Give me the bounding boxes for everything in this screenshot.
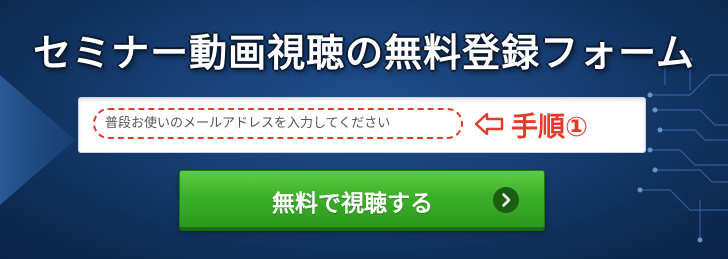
chevron-right-circle-icon — [493, 187, 519, 213]
play-triangle-shape — [0, 75, 75, 205]
banner-title: セミナー動画視聴の無料登録フォーム — [33, 31, 695, 75]
circuit-pattern — [640, 60, 728, 240]
step-label: 手順① — [511, 112, 588, 143]
watch-free-button[interactable]: 無料で視聴する — [179, 170, 545, 228]
outline-left-arrow-icon — [474, 112, 504, 136]
signup-banner: セミナー動画視聴の無料登録フォーム 手順① 無料で視聴する — [0, 0, 728, 259]
email-input-container: 手順① — [78, 97, 646, 153]
email-input[interactable] — [93, 108, 463, 139]
watch-free-button-label: 無料で視聴する — [272, 191, 433, 217]
